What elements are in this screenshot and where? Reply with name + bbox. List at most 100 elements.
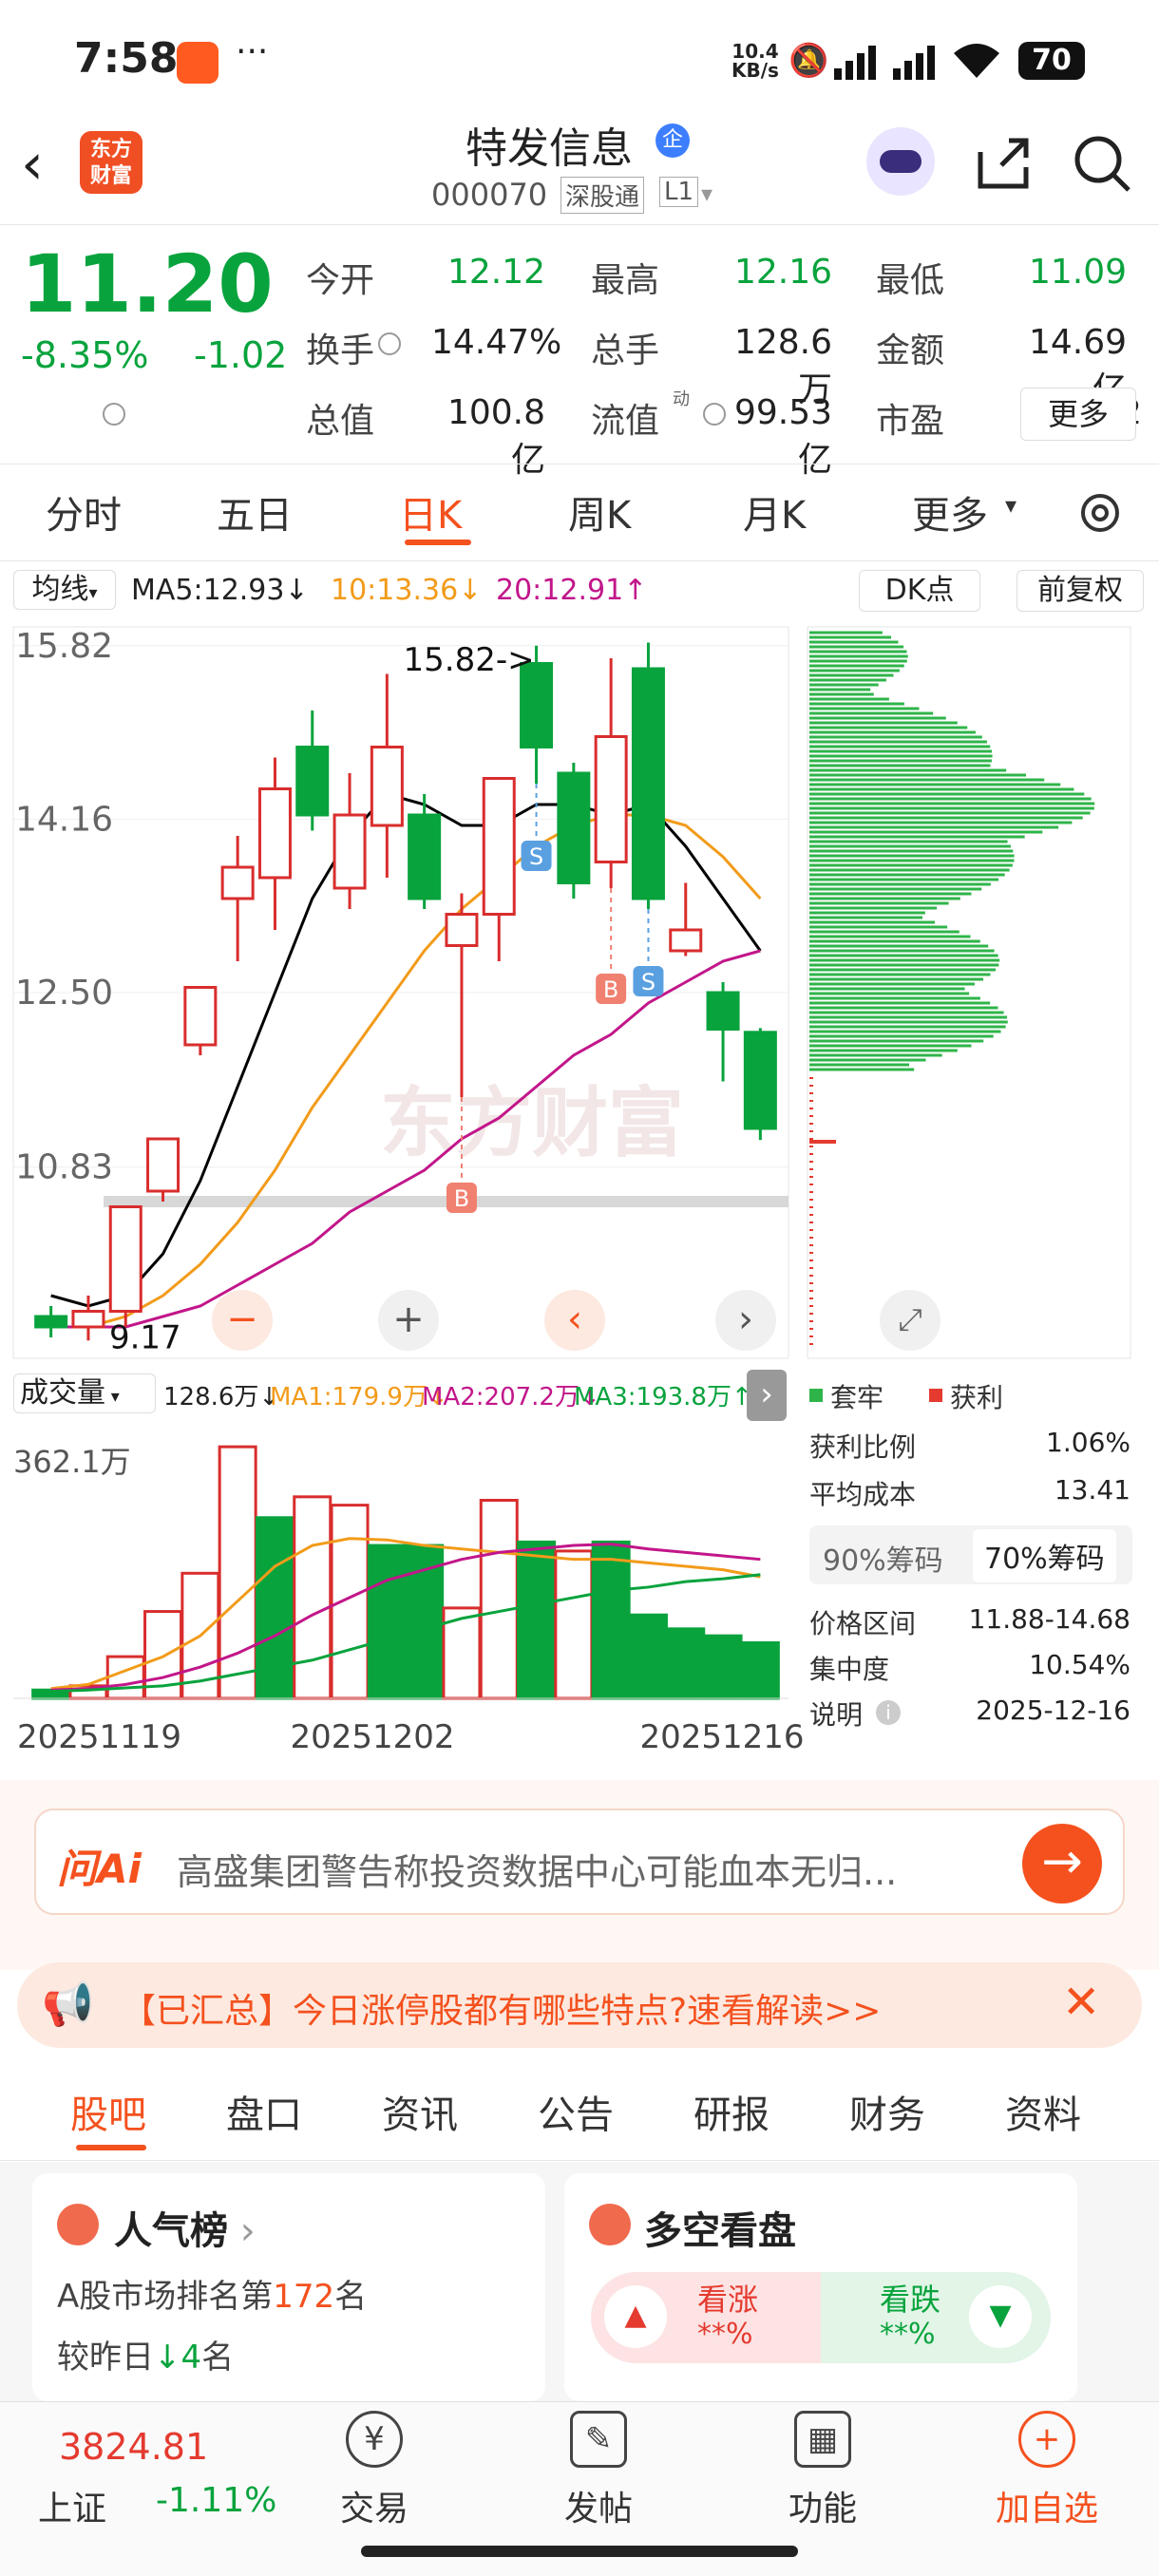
volume-bar[interactable] <box>666 1627 706 1700</box>
more-quote-button[interactable]: 更多 <box>1020 388 1136 441</box>
quote-value: 12.16 <box>733 253 832 292</box>
fullscreen-icon[interactable]: ⤢ <box>880 1290 940 1351</box>
content-tab[interactable]: 资料 <box>1005 2084 1081 2139</box>
quote-value: 12.12 <box>446 253 545 292</box>
chart-left-button[interactable]: ‹ <box>544 1290 605 1351</box>
candle[interactable] <box>295 746 330 817</box>
wifi-icon <box>954 44 999 78</box>
content-tab[interactable]: 财务 <box>849 2084 925 2139</box>
index-value[interactable]: 3824.81 <box>59 2426 208 2468</box>
volume-bar[interactable] <box>591 1540 631 1700</box>
content-tab[interactable]: 公告 <box>538 2084 614 2139</box>
ma-selector[interactable]: 均线▾ <box>13 570 116 610</box>
chart-plus-button[interactable]: + <box>378 1290 439 1351</box>
content-tab[interactable]: 股吧 <box>70 2084 146 2139</box>
info-icon[interactable]: i <box>876 1700 901 1725</box>
quote-value: 11.09 <box>1028 253 1127 292</box>
volume-bar[interactable] <box>255 1516 294 1700</box>
candle[interactable] <box>146 1137 180 1193</box>
volume-bar[interactable] <box>367 1544 407 1700</box>
chip-stat-value: 2025-12-16 <box>976 1695 1130 1726</box>
nav-label[interactable]: 功能 <box>766 2481 880 2530</box>
candle[interactable] <box>34 1315 68 1329</box>
candle[interactable] <box>743 1031 777 1130</box>
trade-icon[interactable]: ¥ <box>346 2411 403 2468</box>
period-tab[interactable]: 五日 <box>217 484 293 540</box>
candle[interactable] <box>257 787 292 880</box>
period-tab[interactable]: 月K <box>743 484 806 540</box>
legend-trapped: 套牢 <box>830 1382 884 1413</box>
volume-bar[interactable] <box>479 1499 519 1700</box>
back-icon[interactable]: ‹ <box>21 131 44 198</box>
ai-label: 问Ai <box>57 1846 142 1892</box>
quote-label: 市盈 <box>876 402 945 441</box>
candle[interactable] <box>631 667 665 900</box>
volume-bar[interactable] <box>554 1549 594 1700</box>
candle[interactable] <box>594 735 628 863</box>
chart-right-button[interactable]: › <box>715 1290 776 1351</box>
up-arrow-icon: ▲ <box>604 2285 667 2348</box>
home-indicator <box>361 2546 798 2557</box>
period-tab[interactable]: 周K <box>568 484 631 540</box>
candle[interactable] <box>332 813 367 890</box>
content-tab[interactable]: 资讯 <box>382 2084 458 2139</box>
volume-bar[interactable] <box>218 1445 257 1700</box>
rank-change: 较昨日↓4名 <box>57 2339 235 2377</box>
volume-bar[interactable] <box>517 1540 557 1700</box>
ai-submit-arrow-icon[interactable]: → <box>1022 1824 1102 1904</box>
chip-tab-70[interactable]: 70%筹码 <box>973 1529 1116 1582</box>
ai-assistant-avatar[interactable] <box>866 127 935 196</box>
candle[interactable] <box>445 913 479 947</box>
share-icon[interactable] <box>973 133 1034 194</box>
volume-bar[interactable] <box>703 1634 743 1700</box>
content-tab[interactable]: 盘口 <box>226 2084 302 2139</box>
vol-value: 128.6万↓ <box>163 1383 280 1411</box>
volume-bar[interactable] <box>105 1655 145 1700</box>
banner-close-icon[interactable]: ✕ <box>1062 1976 1100 2029</box>
nav-label[interactable]: 交易 <box>317 2481 431 2530</box>
candle[interactable] <box>408 813 442 900</box>
post-icon[interactable]: ✎ <box>570 2411 627 2468</box>
chart-minus-button[interactable]: − <box>212 1290 273 1351</box>
volume-bar[interactable] <box>740 1640 780 1700</box>
candle[interactable] <box>669 928 703 953</box>
ai-question[interactable]: 高盛集团警告称投资数据中心可能血本无归... <box>177 1843 897 1895</box>
candle[interactable] <box>482 777 516 916</box>
info-icon[interactable] <box>703 403 726 426</box>
candle[interactable] <box>370 746 404 827</box>
candle[interactable] <box>706 991 740 1031</box>
expand-arrow-icon[interactable]: › <box>747 1370 787 1421</box>
candle[interactable] <box>71 1310 105 1329</box>
info-icon[interactable] <box>378 332 401 355</box>
down-arrow-icon: ▼ <box>969 2285 1032 2348</box>
chip-tab-90[interactable]: 90%筹码 <box>823 1537 943 1579</box>
settings-gear-icon[interactable] <box>1074 486 1127 540</box>
period-tab[interactable]: 更多 <box>912 484 988 540</box>
ma10-value: 10:13.36↓ <box>331 574 483 607</box>
period-tab[interactable]: 日K <box>399 484 462 540</box>
candle[interactable] <box>220 865 255 900</box>
dk-point-button[interactable]: DK点 <box>859 570 980 612</box>
volume-bar[interactable] <box>330 1504 370 1700</box>
banner-text[interactable]: 【已汇总】今日涨停股都有哪些特点?速看解读>> <box>122 1983 881 2033</box>
quote-label: 最低 <box>876 261 945 300</box>
volume-selector[interactable]: 成交量 ▾ <box>13 1373 156 1413</box>
chip-stat-label: 说明 <box>809 1699 864 1731</box>
function-icon[interactable]: ▦ <box>794 2411 851 2468</box>
volume-bar[interactable] <box>628 1613 668 1700</box>
net-speed: 10.4 KB/s <box>732 40 779 82</box>
add-watchlist-icon[interactable]: + <box>1018 2411 1075 2468</box>
content-tab[interactable]: 研报 <box>694 2084 770 2139</box>
level-dropdown-icon[interactable]: ▾ <box>701 180 712 207</box>
info-icon[interactable] <box>103 403 125 426</box>
candle[interactable] <box>183 986 218 1047</box>
nav-label[interactable]: 加自选 <box>990 2481 1104 2530</box>
volume-bar[interactable] <box>293 1495 332 1700</box>
candle[interactable] <box>108 1205 142 1313</box>
candle[interactable] <box>557 771 591 884</box>
search-icon[interactable] <box>1072 133 1132 194</box>
period-tab[interactable]: 分时 <box>46 484 122 540</box>
adjust-button[interactable]: 前复权 <box>1016 570 1144 612</box>
nav-label[interactable]: 发帖 <box>542 2481 656 2530</box>
long-short-title: 多空看盘 <box>644 2209 796 2253</box>
